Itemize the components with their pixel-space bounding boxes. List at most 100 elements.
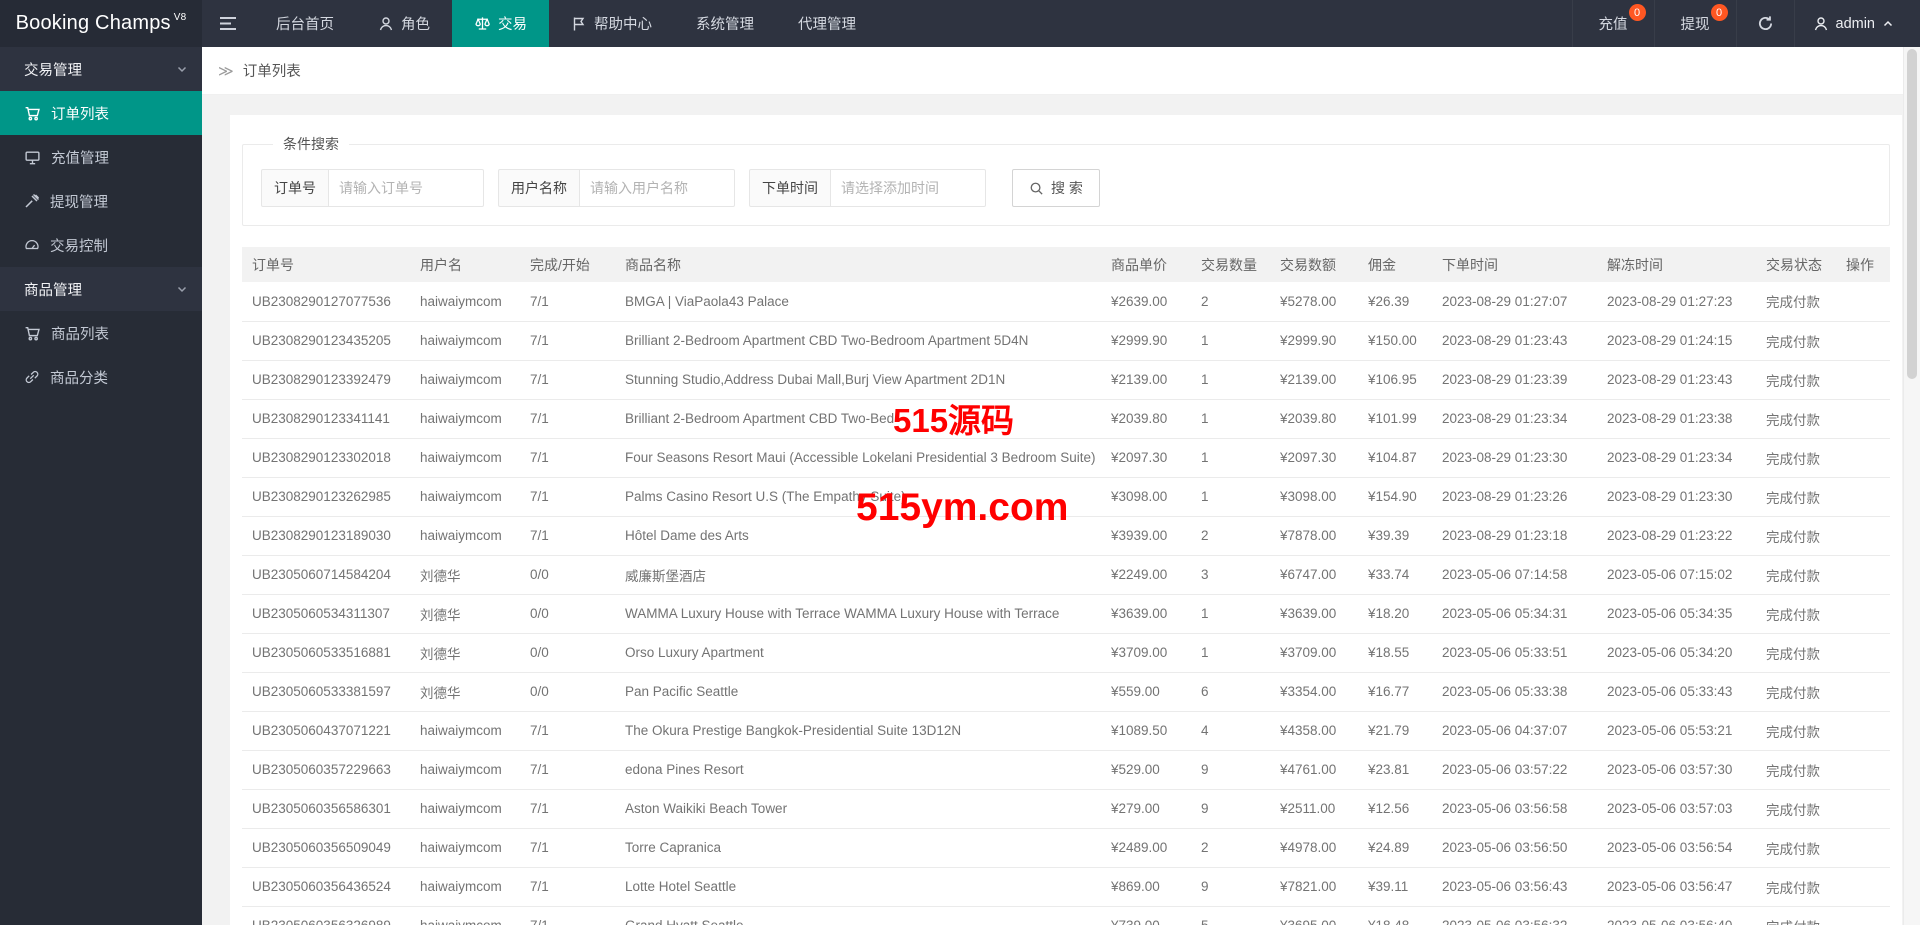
cell-order_no: UB2305060356586301 <box>242 789 410 829</box>
filter-order-no: 订单号 <box>261 169 484 207</box>
cell-order_no: UB2308290123392479 <box>242 360 410 400</box>
cell-qty: 9 <box>1191 750 1270 790</box>
cell-unit_price: ¥2489.00 <box>1101 828 1191 868</box>
search-legend: 条件搜索 <box>283 136 339 152</box>
order-no-input[interactable] <box>329 169 484 207</box>
cell-commission: ¥154.90 <box>1358 477 1432 517</box>
cell-unfreeze_time: 2023-05-06 05:34:35 <box>1597 594 1756 634</box>
recharge-quick-button[interactable]: 充值 0 <box>1571 0 1654 47</box>
orders-table: 订单号 用户名 完成/开始 商品名称 商品单价 交易数量 交易数额 佣金 下单时间 解冻时间 交易状… <box>242 247 1890 925</box>
cell-unit_price: ¥2097.30 <box>1101 438 1191 478</box>
cell-commission: ¥104.87 <box>1358 438 1432 478</box>
cell-done_start: 7/1 <box>520 360 615 400</box>
cell-action <box>1836 633 1890 673</box>
cell-username: 刘德华 <box>410 672 520 712</box>
cell-done_start: 0/0 <box>520 672 615 712</box>
cell-amount: ¥2097.30 <box>1270 438 1358 478</box>
cell-status: 完成付款 <box>1756 321 1836 361</box>
table-row: UB2305060356436524 haiwaiymcom 7/1 Lotte Ho… <box>242 867 1890 907</box>
gavel-icon <box>24 193 40 209</box>
cell-done_start: 7/1 <box>520 828 615 868</box>
cell-qty: 6 <box>1191 672 1270 712</box>
sidebar-item-withdraw-mgmt[interactable]: 提现管理 <box>0 179 202 223</box>
cell-commission: ¥101.99 <box>1358 399 1432 439</box>
cell-unfreeze_time: 2023-08-29 01:23:22 <box>1597 516 1756 556</box>
table-row: UB2308290127077536 haiwaiymcom 7/1 BMGA | V… <box>242 282 1890 322</box>
nav-item-label: 后台首页 <box>276 17 334 33</box>
cell-qty: 1 <box>1191 633 1270 673</box>
sidebar-item-order-list[interactable]: 订单列表 <box>0 91 202 135</box>
cell-order_time: 2023-05-06 05:33:38 <box>1432 672 1597 712</box>
cart-icon <box>24 105 41 122</box>
flag-icon <box>571 16 587 32</box>
nav-item-trade[interactable]: 交易 <box>452 0 549 47</box>
search-button[interactable]: 搜 索 <box>1012 169 1100 207</box>
sidebar-item-product-list[interactable]: 商品列表 <box>0 311 202 355</box>
cell-amount: ¥7821.00 <box>1270 867 1358 907</box>
cell-unfreeze_time: 2023-05-06 05:34:20 <box>1597 633 1756 673</box>
nav-item-help[interactable]: 帮助中心 <box>549 0 674 47</box>
cell-product: Lotte Hotel Seattle <box>615 867 1101 907</box>
refresh-button[interactable] <box>1735 0 1794 47</box>
withdraw-quick-button[interactable]: 提现 0 <box>1653 0 1736 47</box>
table-row: UB2305060356326989haiwaiymcom7/1Grand Hy… <box>242 906 1890 925</box>
cell-product: Pan Pacific Seattle <box>615 672 1101 712</box>
cell-commission: ¥18.48 <box>1358 906 1432 925</box>
cell-action <box>1836 282 1890 322</box>
scrollbar-thumb[interactable] <box>1907 49 1917 379</box>
cell-amount: ¥3639.00 <box>1270 594 1358 634</box>
cell-done_start: 7/1 <box>520 516 615 556</box>
search-button-label: 搜 索 <box>1051 180 1083 196</box>
sidebar-section-product-mgmt[interactable]: 商品管理 <box>0 267 202 311</box>
cell-status: 完成付款 <box>1756 633 1836 673</box>
cell-unfreeze_time: 2023-05-06 05:53:21 <box>1597 711 1756 751</box>
cell-action <box>1836 555 1890 595</box>
sidebar-section-trade-mgmt[interactable]: 交易管理 <box>0 47 202 91</box>
cell-unit_price: ¥3098.00 <box>1101 477 1191 517</box>
cell-product: Grand Hyatt Seattle <box>615 906 1101 925</box>
nav-item-agent[interactable]: 代理管理 <box>776 0 878 47</box>
nav-item-label: 交易 <box>498 17 527 33</box>
cell-product: Four Seasons Resort Maui (Accessible Lok… <box>615 438 1101 478</box>
cell-order_time: 2023-05-06 03:56:50 <box>1432 828 1597 868</box>
cell-qty: 1 <box>1191 399 1270 439</box>
cell-order_no: UB2305060356509049 <box>242 828 410 868</box>
sidebar-item-product-category[interactable]: 商品分类 <box>0 355 202 399</box>
order-time-input[interactable] <box>831 169 986 207</box>
sidebar-item-recharge-mgmt[interactable]: 充值管理 <box>0 135 202 179</box>
cell-username: 刘德华 <box>410 555 520 595</box>
cell-amount: ¥4761.00 <box>1270 750 1358 790</box>
cell-username: haiwaiymcom <box>410 828 520 868</box>
cell-order_time: 2023-05-06 03:56:58 <box>1432 789 1597 829</box>
cell-amount: ¥3695.00 <box>1270 906 1358 925</box>
cell-status: 完成付款 <box>1756 594 1836 634</box>
nav-item-home[interactable]: 后台首页 <box>254 0 356 47</box>
nav-item-system[interactable]: 系统管理 <box>674 0 776 47</box>
nav-item-label: 角色 <box>401 17 430 33</box>
cell-commission: ¥39.11 <box>1358 867 1432 907</box>
cell-unfreeze_time: 2023-05-06 05:33:43 <box>1597 672 1756 712</box>
cell-qty: 2 <box>1191 516 1270 556</box>
table-row: UB2305060356586301 haiwaiymcom 7/1 Aston Wa… <box>242 789 1890 829</box>
username-label: admin <box>1835 15 1876 32</box>
app-logo[interactable]: Booking Champs V8 <box>0 0 202 47</box>
cell-unit_price: ¥3639.00 <box>1101 594 1191 634</box>
username-input[interactable] <box>580 169 735 207</box>
nav-item-role[interactable]: 角色 <box>356 0 452 47</box>
sidebar-toggle-button[interactable] <box>202 0 254 47</box>
user-menu[interactable]: admin <box>1793 0 1913 47</box>
cell-action <box>1836 906 1890 925</box>
col-header-product: 商品名称 <box>615 247 1101 282</box>
vertical-scrollbar[interactable] <box>1903 47 1920 925</box>
cell-status: 完成付款 <box>1756 906 1836 925</box>
sidebar-item-trade-control[interactable]: 交易控制 <box>0 223 202 267</box>
cell-status: 完成付款 <box>1756 282 1836 322</box>
cell-order_no: UB2305060533381597 <box>242 672 410 712</box>
chevron-down-icon <box>176 63 188 75</box>
table-row: UB2308290123392479 haiwaiymcom 7/1 Stunning… <box>242 360 1890 400</box>
sidebar-item-label: 提现管理 <box>50 194 108 211</box>
recharge-badge: 0 <box>1628 4 1646 21</box>
cell-unfreeze_time: 2023-05-06 03:56:54 <box>1597 828 1756 868</box>
cell-product: 威廉斯堡酒店 <box>615 555 1101 595</box>
cell-qty: 1 <box>1191 321 1270 361</box>
